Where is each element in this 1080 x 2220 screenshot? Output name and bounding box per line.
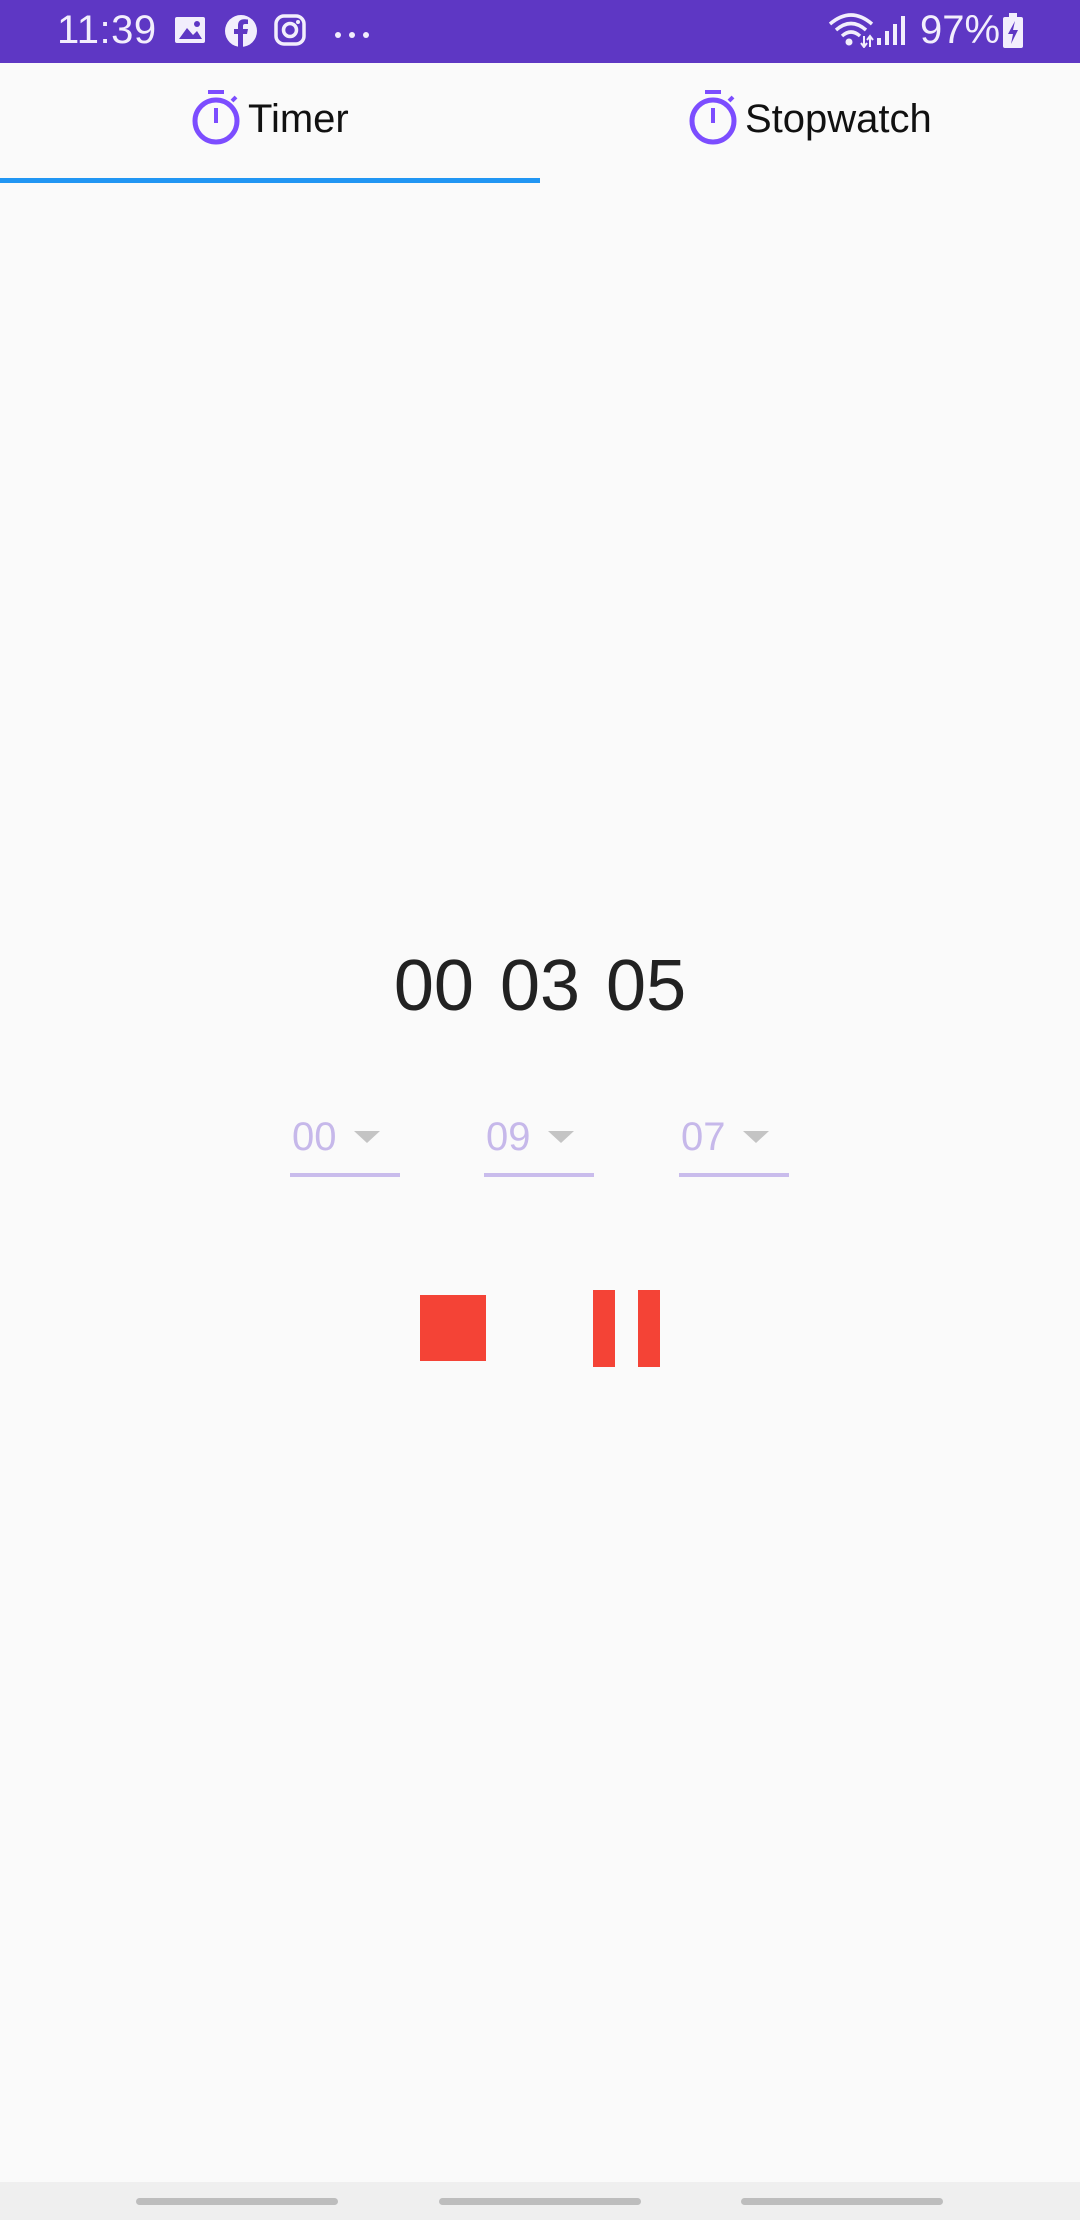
nav-home-handle[interactable] [439,2198,641,2205]
stop-button[interactable] [420,1295,486,1361]
pause-button[interactable] [593,1290,661,1367]
tab-selected-indicator [0,178,540,183]
minutes-underline [484,1173,594,1177]
seconds-dropdown[interactable]: 07 [679,1105,789,1179]
gallery-icon [174,14,206,51]
tab-stopwatch-label: Stopwatch [745,96,932,141]
timer-countdown-display: 00 03 05 [393,946,687,1026]
hours-value: 00 [292,1115,337,1159]
hours-underline [290,1173,400,1177]
signal-icon [876,14,910,51]
facebook-icon [224,14,258,53]
status-time: 11:39 [57,8,157,52]
pause-bar-left [593,1290,615,1367]
navigation-bar [0,2182,1080,2220]
more-dots-icon [334,26,374,44]
pause-bar-right [638,1290,660,1367]
hours-dropdown[interactable]: 00 [290,1105,400,1179]
minutes-value: 09 [486,1115,531,1159]
chevron-down-icon [354,1131,380,1143]
nav-recents-handle[interactable] [136,2198,338,2205]
tab-stopwatch[interactable]: Stopwatch [540,63,1080,184]
tab-timer[interactable]: Timer [0,63,540,184]
tab-bar: Timer Stopwatch [0,63,1080,184]
tab-timer-label: Timer [248,96,349,141]
chevron-down-icon [548,1131,574,1143]
timer-screen: 11:39 97% Timer Stopwatch 00 03 05 00 09… [0,0,1080,2220]
stopwatch-icon [190,89,242,150]
status-bar: 11:39 97% [0,0,1080,63]
battery-charging-icon [1002,13,1024,54]
instagram-icon [274,14,306,51]
seconds-underline [679,1173,789,1177]
stopwatch-icon [687,89,739,150]
chevron-down-icon [743,1131,769,1143]
nav-back-handle[interactable] [741,2198,943,2205]
seconds-value: 07 [681,1115,726,1159]
battery-percent: 97% [920,8,1001,52]
minutes-dropdown[interactable]: 09 [484,1105,594,1179]
wifi-icon [828,12,874,53]
